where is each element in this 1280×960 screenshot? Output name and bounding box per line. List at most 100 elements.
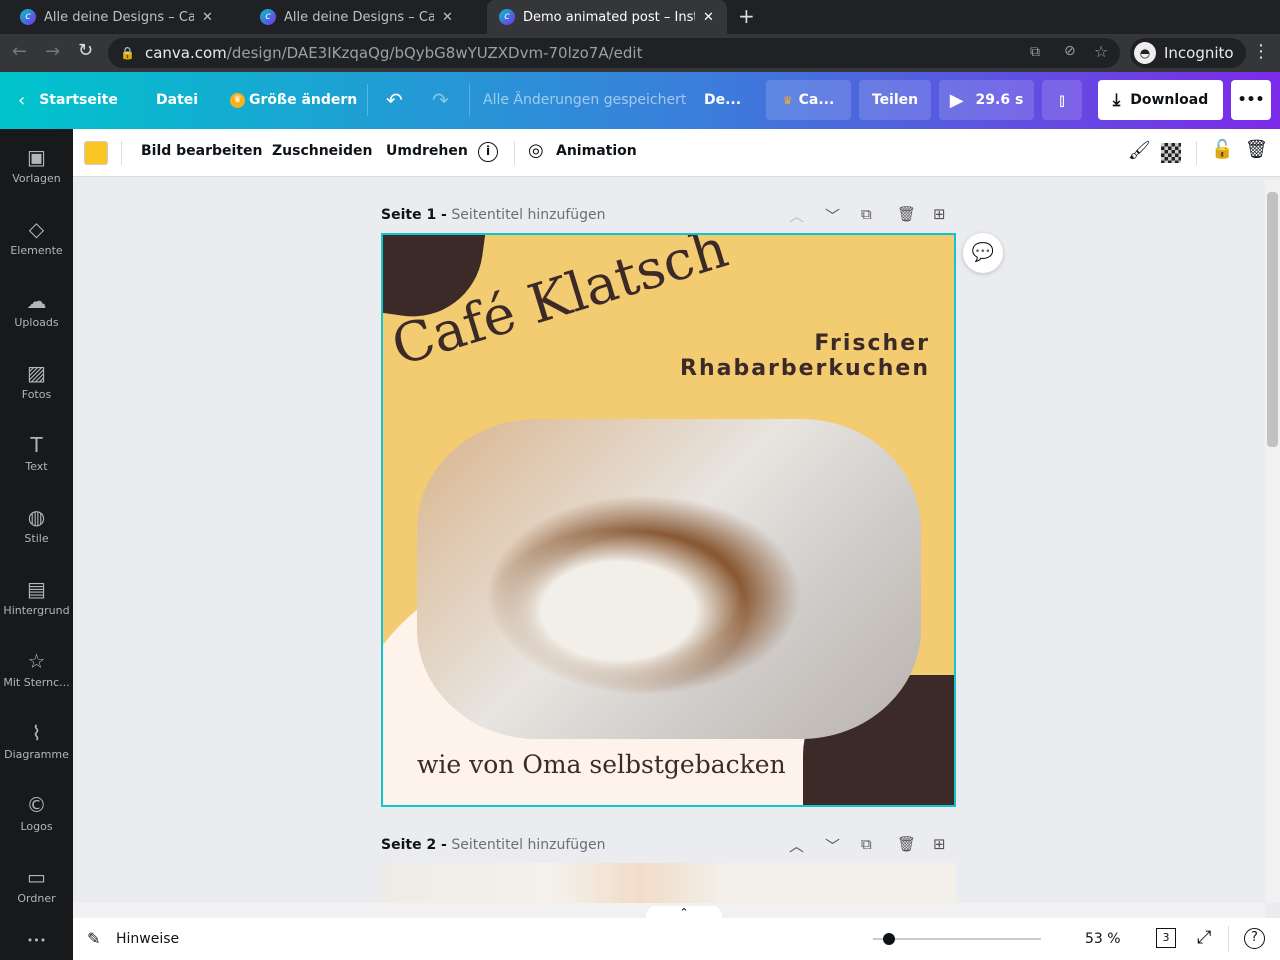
redo-icon: ↷ [432, 88, 449, 112]
sidebar-item-ordner[interactable]: ▭ Ordner [0, 865, 73, 905]
page-title-input[interactable]: Seitentitel hinzufügen [451, 837, 605, 853]
animation-icon: ◎ [528, 140, 544, 161]
canva-favicon-icon: c [499, 9, 515, 25]
sidebar-more-button[interactable]: ••• [0, 934, 73, 947]
close-tab-icon[interactable]: ✕ [442, 10, 453, 25]
left-sidebar: ▣ Vorlagen ◇ Elemente ☁ Uploads ▨ Fotos T Text ◍ St… [0, 129, 73, 960]
sidebar-item-diagramme[interactable]: ⌇ Diagramme [0, 721, 73, 761]
insights-button[interactable]: ⫾ [1042, 80, 1082, 120]
incognito-profile[interactable]: ◓ Incognito [1130, 38, 1246, 68]
close-tab-icon[interactable]: ✕ [703, 10, 714, 25]
file-menu-button[interactable]: Datei [156, 80, 198, 120]
new-tab-button[interactable]: + [738, 4, 755, 28]
uploads-icon: ☁ [26, 289, 47, 313]
vertical-scrollbar[interactable] [1265, 180, 1280, 903]
sidebar-item-fotos[interactable]: ▨ Fotos [0, 361, 73, 401]
incognito-icon: ◓ [1134, 42, 1156, 64]
redo-button[interactable]: ↷ [432, 80, 449, 120]
fullscreen-icon[interactable]: ⤢ [1197, 927, 1211, 948]
browser-tab-active[interactable]: cDemo animated post – Instagram✕ [487, 0, 727, 34]
design-page-1[interactable]: Café Klatsch Frischer Rhabarberkuchen wi… [381, 233, 956, 807]
color-swatch[interactable] [84, 141, 108, 165]
canva-favicon-icon: c [20, 9, 36, 25]
more-options-button[interactable]: ••• [1231, 80, 1271, 120]
add-page-icon[interactable]: ⊞ [933, 205, 946, 223]
resize-button[interactable]: ♛ Größe ändern [230, 80, 357, 120]
forward-icon[interactable]: → [45, 41, 60, 62]
back-icon[interactable]: ← [12, 41, 27, 62]
help-icon[interactable]: ? [1244, 928, 1265, 949]
info-icon[interactable]: i [478, 142, 498, 162]
sidebar-item-hintergrund[interactable]: ▤ Hintergrund [0, 577, 73, 617]
stile-icon: ◍ [27, 505, 46, 529]
save-status: Alle Änderungen gespeichert [483, 92, 687, 108]
eye-off-icon[interactable]: ⊘ [1064, 43, 1076, 59]
vorlagen-icon: ▣ [27, 145, 46, 169]
sidebar-item-stile[interactable]: ◍ Stile [0, 505, 73, 545]
translate-icon[interactable]: ⧉ [1030, 44, 1040, 60]
move-down-icon[interactable]: ﹀ [825, 205, 840, 226]
browser-menu-icon[interactable]: ⋮ [1252, 41, 1270, 62]
reload-icon[interactable]: ↻ [78, 40, 93, 61]
browser-tab[interactable]: cAlle deine Designs – Canva✕ [248, 0, 465, 34]
unlock-icon[interactable]: 🔓 [1211, 139, 1233, 160]
diagramme-icon: ⌇ [31, 721, 42, 745]
design-title[interactable]: De... [704, 80, 741, 120]
address-bar-row: ← → ↻ 🔒 canva.com/design/DAE3IKzqaQg/bQy… [0, 34, 1280, 72]
trash-icon[interactable]: 🗑 [1245, 139, 1268, 160]
delete-page-icon[interactable]: 🗑 [897, 205, 916, 223]
present-button[interactable]: ▶ 29.6 s [939, 80, 1034, 120]
animation-button[interactable]: Animation [556, 143, 637, 159]
download-button[interactable]: ⤓ Download [1098, 80, 1223, 120]
move-down-icon[interactable]: ﹀ [825, 835, 840, 856]
edit-image-button[interactable]: Bild bearbeiten [141, 143, 263, 159]
canva-favicon-icon: c [260, 9, 276, 25]
delete-page-icon[interactable]: 🗑 [897, 835, 916, 853]
lock-icon: 🔒 [120, 46, 135, 60]
canva-pro-button[interactable]: ♛ Ca... [766, 80, 851, 120]
design-page-2[interactable] [381, 863, 956, 903]
browser-tab[interactable]: cAlle deine Designs – Canva✕ [8, 0, 225, 34]
page-2-header: Seite 2 - Seitentitel hinzufügen ︿ ﹀ ⧉ 🗑… [381, 835, 946, 856]
sidebar-item-uploads[interactable]: ☁ Uploads [0, 289, 73, 329]
share-button[interactable]: Teilen [859, 80, 931, 120]
download-icon: ⤓ [1112, 90, 1121, 110]
page-title-input[interactable]: Seitentitel hinzufügen [451, 207, 605, 223]
duplicate-page-icon[interactable]: ⧉ [861, 835, 872, 853]
bookmark-star-icon[interactable]: ☆ [1094, 42, 1108, 61]
page-count-button[interactable]: 3 [1156, 928, 1176, 948]
context-toolbar: Bild bearbeiten Zuschneiden Umdrehen i ◎… [73, 129, 1280, 177]
mitsternc-icon: ☆ [27, 649, 46, 673]
move-up-icon[interactable]: ︿ [789, 205, 804, 226]
add-page-icon[interactable]: ⊞ [933, 835, 946, 853]
undo-icon: ↶ [386, 88, 403, 112]
home-button[interactable]: ‹ Startseite [18, 80, 118, 120]
crown-icon: ♛ [230, 92, 245, 108]
crop-button[interactable]: Zuschneiden [272, 143, 372, 159]
duplicate-page-icon[interactable]: ⧉ [861, 205, 872, 223]
zoom-slider-handle[interactable] [883, 933, 896, 945]
hintergrund-icon: ▤ [27, 577, 46, 601]
design-tagline-text[interactable]: wie von Oma selbstgebacken [417, 750, 786, 779]
sidebar-item-text[interactable]: T Text [0, 433, 73, 473]
undo-button[interactable]: ↶ [386, 80, 403, 120]
sidebar-item-elemente[interactable]: ◇ Elemente [0, 217, 73, 257]
cake-photo[interactable] [417, 419, 921, 739]
url-field[interactable]: 🔒 canva.com/design/DAE3IKzqaQg/bQybG8wYU… [108, 38, 1120, 68]
zoom-slider[interactable] [873, 938, 1041, 940]
crown-icon: ♛ [782, 93, 793, 107]
sidebar-item-vorlagen[interactable]: ▣ Vorlagen [0, 145, 73, 185]
close-tab-icon[interactable]: ✕ [202, 10, 213, 25]
transparency-icon[interactable] [1161, 143, 1181, 163]
sidebar-item-logos[interactable]: © Logos [0, 793, 73, 833]
add-comment-button[interactable]: 💬 [963, 233, 1003, 273]
notes-button[interactable]: Hinweise [116, 931, 179, 947]
sidebar-item-mitsternc[interactable]: ☆ Mit Sternc... [0, 649, 73, 689]
ordner-icon: ▭ [27, 865, 46, 889]
paint-roller-icon[interactable]: 🖌 [1128, 140, 1151, 161]
design-subtitle-text[interactable]: Frischer Rhabarberkuchen [680, 331, 930, 381]
zoom-level[interactable]: 53 % [1085, 931, 1121, 947]
play-icon: ▶ [949, 89, 964, 111]
flip-button[interactable]: Umdrehen [386, 143, 468, 159]
move-up-icon[interactable]: ︿ [789, 835, 804, 856]
